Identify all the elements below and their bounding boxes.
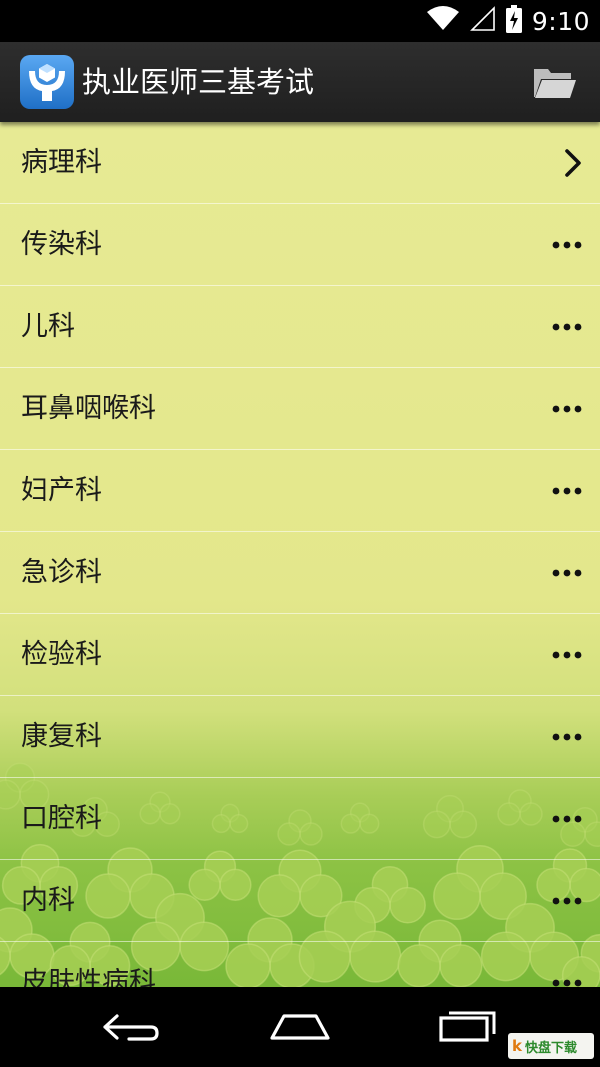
list-item[interactable]: 传染科: [0, 204, 600, 286]
folder-open-icon[interactable]: [532, 60, 578, 104]
wifi-icon: [426, 6, 460, 36]
list-item-label: 急诊科: [21, 557, 102, 588]
battery-charging-icon: [505, 5, 522, 37]
watermark-mark: k: [512, 1037, 522, 1055]
list-item[interactable]: 急诊科: [0, 532, 600, 614]
cell-signal-icon: [469, 6, 496, 36]
list-item[interactable]: 康复科: [0, 696, 600, 778]
list-item[interactable]: 口腔科: [0, 778, 600, 860]
list-item[interactable]: 病理科: [0, 122, 600, 204]
more-dots-icon[interactable]: [552, 942, 582, 987]
list-item-label: 皮肤性病科: [21, 967, 156, 987]
status-bar: 9:10: [0, 0, 600, 42]
home-icon[interactable]: [260, 1001, 340, 1053]
more-dots-icon[interactable]: [552, 778, 582, 860]
watermark-text: 快盘下载: [524, 1040, 577, 1056]
list-item[interactable]: 检验科: [0, 614, 600, 696]
back-icon[interactable]: [92, 1001, 172, 1053]
watermark-logo: k 快盘下载: [508, 1033, 594, 1059]
status-icons: 9:10: [426, 0, 590, 42]
more-dots-icon[interactable]: [552, 696, 582, 778]
list-item[interactable]: 耳鼻咽喉科: [0, 368, 600, 450]
recent-apps-icon[interactable]: [428, 1001, 508, 1053]
list-item[interactable]: 妇产科: [0, 450, 600, 532]
list-item-label: 妇产科: [21, 475, 102, 506]
list-item-label: 检验科: [21, 639, 102, 670]
list-item-label: 耳鼻咽喉科: [21, 393, 156, 424]
app-logo-icon[interactable]: [20, 55, 74, 109]
list-item-label: 口腔科: [21, 803, 102, 834]
list-item-label: 康复科: [21, 721, 102, 752]
list-item-label: 儿科: [21, 311, 75, 342]
action-bar: 执业医师三基考试: [0, 42, 600, 122]
more-dots-icon[interactable]: [552, 860, 582, 942]
app-title: 执业医师三基考试: [82, 65, 315, 99]
list-item[interactable]: 儿科: [0, 286, 600, 368]
more-dots-icon[interactable]: [552, 368, 582, 450]
more-dots-icon[interactable]: [552, 614, 582, 696]
more-dots-icon[interactable]: [552, 532, 582, 614]
status-time: 9:10: [531, 6, 590, 36]
more-dots-icon[interactable]: [552, 450, 582, 532]
list-item[interactable]: 内科: [0, 860, 600, 942]
chevron-right-icon[interactable]: [562, 122, 584, 204]
category-list: 病理科传染科儿科耳鼻咽喉科妇产科急诊科检验科康复科口腔科内科皮肤性病科: [0, 122, 600, 987]
list-item[interactable]: 皮肤性病科: [0, 942, 600, 987]
list-item-label: 内科: [21, 885, 75, 916]
more-dots-icon[interactable]: [552, 204, 582, 286]
more-dots-icon[interactable]: [552, 286, 582, 368]
list-item-label: 传染科: [21, 229, 102, 260]
content-area: 病理科传染科儿科耳鼻咽喉科妇产科急诊科检验科康复科口腔科内科皮肤性病科: [0, 122, 600, 987]
list-item-label: 病理科: [21, 147, 102, 178]
